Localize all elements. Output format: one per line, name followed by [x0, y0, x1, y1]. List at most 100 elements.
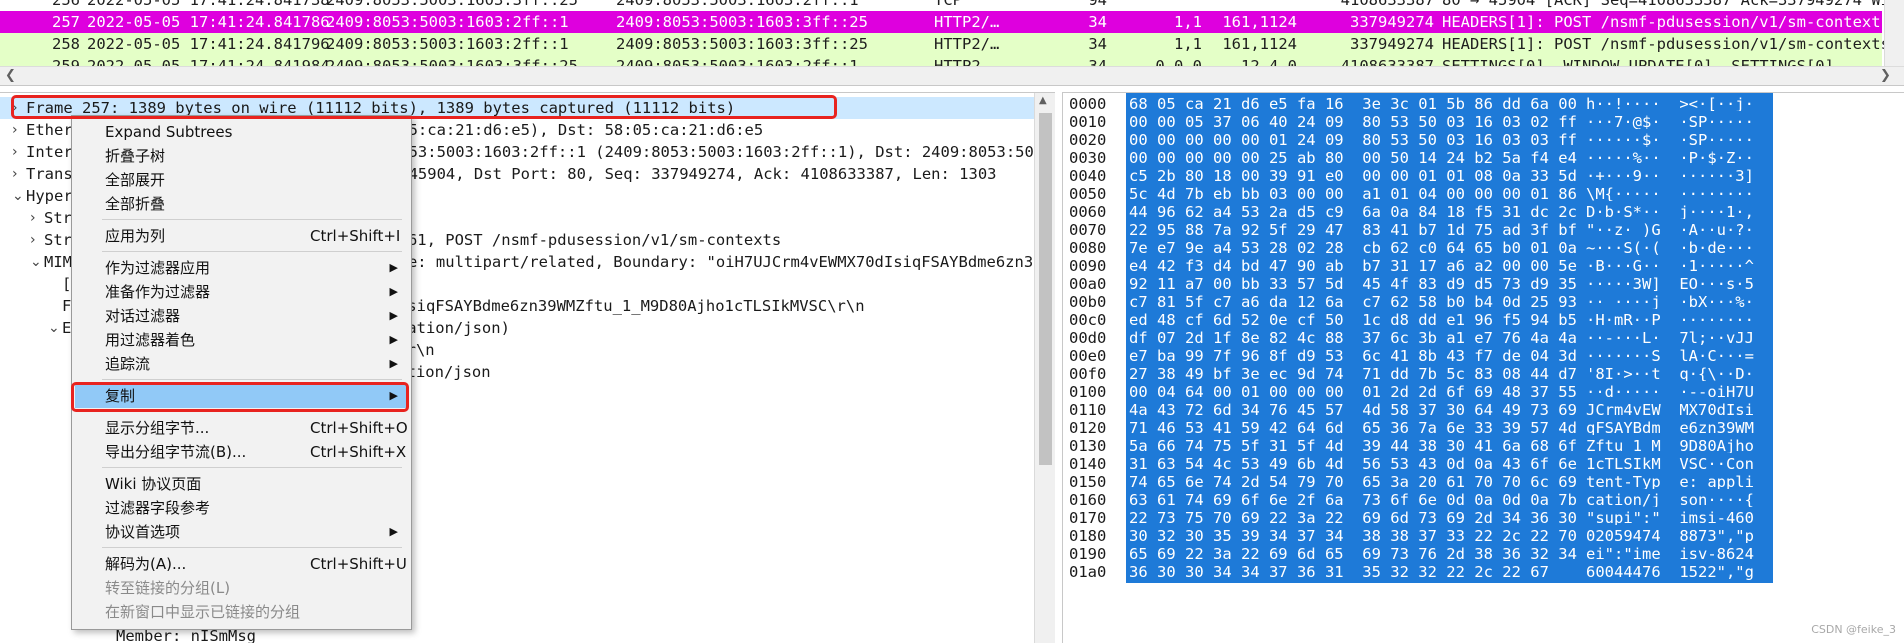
menu-item-label: 解码为(A)... [105, 555, 187, 573]
packet-a-cell: 0,0,0 [1155, 57, 1202, 66]
menu-shortcut: Ctrl+Shift+O [310, 419, 408, 437]
packet-row[interactable]: 256 2022-05-05 17:41:24.841738 2409:8053:5… [0, 0, 1904, 11]
packet-no-cell: 257 [52, 13, 80, 31]
chevron-right-icon[interactable]: › [30, 207, 36, 229]
menu-item-label: 全部折叠 [105, 195, 166, 213]
packet-row[interactable]: 259 2022-05-05 17:41:24.841984 2409:8053:5… [0, 55, 1882, 66]
packet-proto-cell: HTTP2/… [934, 35, 1000, 53]
submenu-arrow-icon: ▶ [389, 309, 398, 322]
scroll-left-icon[interactable]: ❮ [5, 68, 16, 83]
menu-separator [102, 219, 402, 220]
packet-src-cell: 2409:8053:5003:1603:3ff::25 [326, 57, 578, 66]
submenu-arrow-icon: ▶ [389, 357, 398, 370]
menu-separator [102, 379, 402, 380]
menu-item-22[interactable]: 解码为(A)... Ctrl+Shift+U [75, 552, 408, 576]
submenu-arrow-icon: ▶ [389, 285, 398, 298]
packet-bytes-hex-pane[interactable]: 0000 68 05 ca 21 d6 e5 fa 16 3e 3c 01 5b … [1062, 92, 1904, 643]
menu-item-7[interactable]: 作为过滤器应用 ▶ [75, 256, 408, 280]
menu-item-5[interactable]: 应用为列 Ctrl+Shift+I [75, 224, 408, 248]
menu-item-label: 过滤器字段参考 [105, 499, 211, 517]
chevron-right-icon[interactable]: › [12, 119, 18, 141]
packet-info-cell: HEADERS[1]: POST /nsmf-pdusession/v1/sm-… [1442, 35, 1900, 53]
menu-item-24: 在新窗口中显示已链接的分组 [75, 600, 408, 624]
packet-len-cell: 34 [1088, 57, 1107, 66]
menu-item-label: 在新窗口中显示已链接的分组 [105, 603, 301, 621]
chevron-down-icon[interactable]: ⌄ [30, 251, 42, 273]
packet-dst-cell: 2409:8053:5003:1603:2ff::1 [616, 57, 859, 66]
menu-item-label: 全部展开 [105, 171, 166, 189]
menu-item-label: 协议首选项 [105, 523, 181, 541]
menu-item-20[interactable]: 协议首选项 ▶ [75, 520, 408, 544]
packet-info-cell: HEADERS[1]: POST /nsmf-pdusession/v1/sm-… [1442, 13, 1900, 31]
packet-len-cell: 94 [1088, 0, 1107, 9]
menu-item-8[interactable]: 准备作为过滤器 ▶ [75, 280, 408, 304]
scroll-right-icon[interactable]: ❯ [1880, 68, 1891, 83]
packet-seq-cell: 337949274 [1350, 13, 1434, 31]
packet-dst-cell: 2409:8053:5003:1603:3ff::25 [616, 35, 868, 53]
packet-time-cell: 2022-05-05 17:41:24.841984 [87, 57, 330, 66]
details-vertical-scrollbar[interactable]: ▲ [1034, 93, 1055, 643]
packet-time-cell: 2022-05-05 17:41:24.841786 [87, 13, 330, 31]
packet-proto-cell: TCP [934, 0, 962, 9]
menu-item-15[interactable]: 显示分组字节... Ctrl+Shift+O [75, 416, 408, 440]
menu-shortcut: Ctrl+Shift+I [310, 227, 401, 245]
packet-dst-cell: 2409:8053:5003:1603:3ff::25 [616, 13, 868, 31]
chevron-down-icon[interactable]: ⌄ [48, 317, 60, 339]
menu-item-2[interactable]: 全部展开 [75, 168, 408, 192]
packet-b-cell: 12,4,0 [1241, 57, 1297, 66]
menu-item-1[interactable]: 折叠子树 [75, 144, 408, 168]
submenu-arrow-icon: ▶ [389, 261, 398, 274]
menu-item-16[interactable]: 导出分组字节流(B)... Ctrl+Shift+X [75, 440, 408, 464]
menu-item-18[interactable]: Wiki 协议页面 [75, 472, 408, 496]
context-menu[interactable]: Expand Subtrees 折叠子树全部展开全部折叠应用为列 Ctrl+Shif… [71, 115, 412, 630]
packet-seq-cell: 337949274 [1350, 35, 1434, 53]
packet-len-cell: 34 [1088, 35, 1107, 53]
packet-no-cell: 258 [52, 35, 80, 53]
details-scroll-thumb[interactable] [1039, 113, 1052, 465]
packet-no-cell: 256 [52, 0, 80, 9]
packet-seq-cell: 4108633387 [1340, 0, 1434, 9]
packet-src-cell: 2409:8053:5003:1603:2ff::1 [326, 13, 569, 31]
hex-row[interactable]: 01a0 36 30 30 34 34 37 36 31 35 32 32 22 … [1063, 561, 1904, 583]
chevron-right-icon[interactable]: › [30, 229, 36, 251]
packet-info-cell: 80 → 45904 [ACK] Seq=4108633387 Ack=3379… [1442, 0, 1904, 9]
menu-shortcut: Ctrl+Shift+U [310, 555, 407, 573]
hex-bytes[interactable]: 36 30 30 34 34 37 36 31 35 32 32 22 2c 2… [1126, 561, 1620, 583]
menu-item-10[interactable]: 用过滤器着色 ▶ [75, 328, 408, 352]
chevron-right-icon[interactable]: › [12, 141, 18, 163]
menu-item-9[interactable]: 对话过滤器 ▶ [75, 304, 408, 328]
frame-row-red-box [11, 95, 837, 119]
packet-seq-cell: 4108633387 [1340, 57, 1434, 66]
packet-len-cell: 34 [1088, 13, 1107, 31]
menu-item-23: 转至链接的分组(L) [75, 576, 408, 600]
menu-item-label: Wiki 协议页面 [105, 475, 202, 493]
menu-item-label: 准备作为过滤器 [105, 283, 211, 301]
menu-item-19[interactable]: 过滤器字段参考 [75, 496, 408, 520]
menu-item-label: 用过滤器着色 [105, 331, 196, 349]
submenu-arrow-icon: ▶ [389, 333, 398, 346]
chevron-down-icon[interactable]: ⌄ [12, 185, 24, 207]
menu-separator [102, 251, 402, 252]
menu-item-11[interactable]: 追踪流 ▶ [75, 352, 408, 376]
scroll-up-icon[interactable]: ▲ [1039, 95, 1047, 106]
menu-item-label: 导出分组字节流(B)... [105, 443, 247, 461]
hex-ascii[interactable]: 60044476 1522","g [1583, 561, 1773, 583]
packet-list[interactable]: 256 2022-05-05 17:41:24.841738 2409:8053:5… [0, 0, 1904, 66]
menu-item-label: 对话过滤器 [105, 307, 181, 325]
packet-row[interactable]: 257 2022-05-05 17:41:24.841786 2409:8053:5… [0, 11, 1899, 33]
chevron-right-icon[interactable]: › [12, 163, 18, 185]
packet-row[interactable]: 258 2022-05-05 17:41:24.841796 2409:8053:5… [0, 33, 1899, 55]
menu-item-label: 作为过滤器应用 [105, 259, 211, 277]
menu-item-0[interactable]: Expand Subtrees [75, 120, 408, 144]
menu-item-3[interactable]: 全部折叠 [75, 192, 408, 216]
packet-no-cell: 259 [52, 57, 80, 66]
packet-list-vertical-scrollbar[interactable] [1884, 0, 1904, 66]
menu-separator [102, 547, 402, 548]
packet-dst-cell: 2409:8053:5003:1603:2ff::1 [616, 0, 859, 9]
copy-item-red-box [71, 382, 409, 412]
menu-item-label: 转至链接的分组(L) [105, 579, 231, 597]
packet-list-horizontal-scrollbar[interactable]: ❮ ❯ [0, 66, 1904, 86]
packet-time-cell: 2022-05-05 17:41:24.841738 [87, 0, 330, 9]
packet-src-cell: 2409:8053:5003:1603:2ff::1 [326, 35, 569, 53]
packet-b-cell: 161,1124 [1222, 13, 1297, 31]
